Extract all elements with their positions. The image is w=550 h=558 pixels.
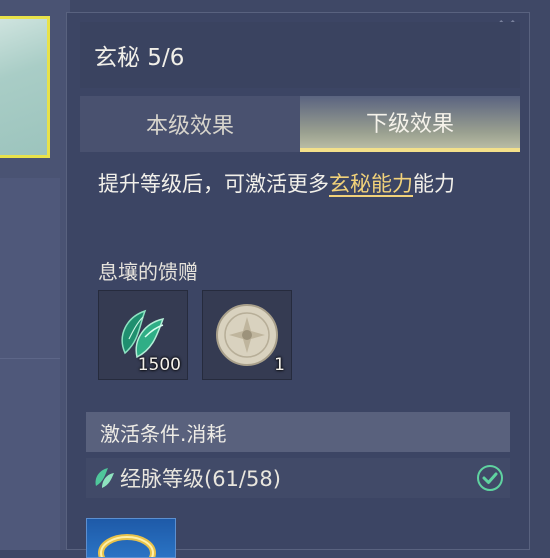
- condition-label: 经脉等级(61/58): [120, 467, 281, 491]
- tab-current-level-effect[interactable]: 本级效果: [80, 96, 300, 152]
- description-suffix: 能力: [413, 172, 455, 196]
- check-circle-icon: [477, 465, 503, 491]
- gold-ring-icon: [98, 534, 156, 557]
- effect-description: 提升等级后，可激活更多玄秘能力能力: [98, 168, 508, 200]
- effect-tabs: 本级效果 下级效果: [80, 96, 520, 152]
- item-count: 1500: [137, 355, 181, 375]
- condition-row-meridian-level: 经脉等级(61/58): [86, 458, 510, 498]
- reward-item-jade-leaf[interactable]: 1500: [98, 290, 188, 380]
- tab-next-level-effect[interactable]: 下级效果: [300, 96, 520, 152]
- description-text: 提升等级后，可激活更多: [98, 172, 329, 196]
- panel-title: 玄秘 5/6: [80, 22, 520, 88]
- cost-item-slot[interactable]: [86, 518, 176, 558]
- mystic-ability-link[interactable]: 玄秘能力: [329, 172, 413, 196]
- rewards-title: 息壤的馈赠: [98, 260, 198, 284]
- reward-item-jade-disc[interactable]: 1: [202, 290, 292, 380]
- left-list-area: [0, 178, 60, 550]
- meridian-leaf-icon: [95, 468, 114, 488]
- item-count: 1: [274, 355, 285, 375]
- activation-conditions-header: 激活条件.消耗: [86, 412, 510, 452]
- selected-skill-thumbnail[interactable]: [0, 16, 50, 158]
